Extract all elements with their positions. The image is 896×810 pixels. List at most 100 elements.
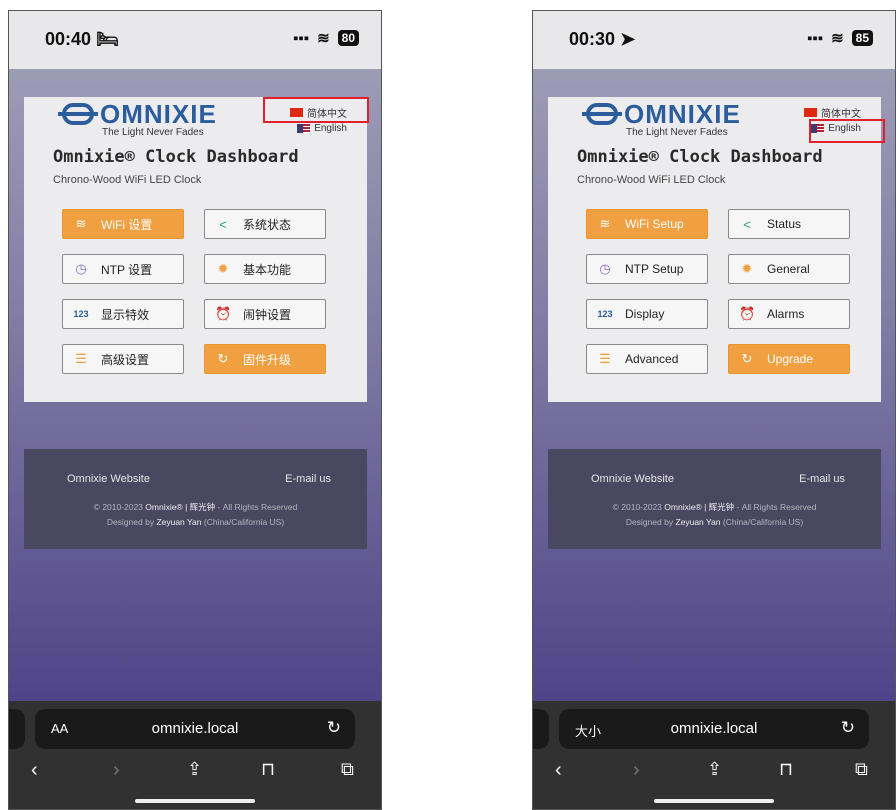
home-indicator (135, 799, 255, 803)
logo-mark-icon (582, 103, 622, 125)
status-icons: ▪▪▪ ≋ 80 (293, 29, 359, 47)
menu-icon: ☰ (599, 351, 611, 366)
alarm-icon: ⏰ (739, 306, 756, 321)
general-button[interactable]: ✹ 基本功能 (204, 254, 326, 284)
page-subtitle: Chrono-Wood WiFi LED Clock (577, 174, 726, 186)
tabs-icon[interactable]: ⧉ (855, 759, 868, 780)
page-subtitle: Chrono-Wood WiFi LED Clock (53, 174, 202, 186)
logo-text: OMNIXIE (624, 99, 741, 129)
highlight-box (809, 119, 885, 143)
wifi-setup-button[interactable]: ≋ WiFi 设置 (62, 209, 184, 239)
language-chinese-link[interactable]: 简体中文 (804, 105, 861, 120)
back-icon[interactable]: ‹ (31, 759, 38, 782)
website-link[interactable]: Omnixie Website (591, 473, 674, 485)
page-title: Omnixie® Clock Dashboard (577, 147, 823, 167)
url-text: omnixie.local (151, 720, 239, 737)
reload-icon[interactable]: ↻ (841, 718, 855, 738)
highlight-box (263, 97, 369, 123)
display-button[interactable]: 123 显示特效 (62, 299, 184, 329)
forward-icon[interactable]: › (113, 759, 120, 782)
share-icon: < (219, 216, 227, 232)
status-bar: 00:40 🛏 ▪▪▪ ≋ 80 (9, 11, 381, 69)
advanced-button[interactable]: ☰ Advanced (586, 344, 708, 374)
address-bar[interactable]: AA omnixie.local ↻ (35, 709, 355, 749)
web-page: OMNIXIE The Light Never Fades 简体中文 Engli… (533, 69, 895, 701)
page-title: Omnixie® Clock Dashboard (53, 147, 299, 167)
alarms-button[interactable]: ⏰ 闹钟设置 (204, 299, 326, 329)
wifi-status-icon: ≋ (317, 30, 330, 47)
email-link[interactable]: E-mail us (799, 473, 845, 485)
phone-screenshot-chinese: 00:40 🛏 ▪▪▪ ≋ 80 OMNIXIE The Light Never… (8, 10, 382, 810)
upgrade-button[interactable]: ↻ Upgrade (728, 344, 850, 374)
dashboard-card: OMNIXIE The Light Never Fades 简体中文 Engli… (24, 97, 369, 402)
status-time: 00:30 ➤ (569, 29, 636, 49)
status-button[interactable]: < 系统状态 (204, 209, 326, 239)
url-text: omnixie.local (670, 720, 758, 737)
previous-tab-peek[interactable] (533, 709, 549, 749)
signal-icon: ▪▪▪ (807, 29, 824, 47)
display-button[interactable]: 123 Display (586, 299, 708, 329)
web-page: OMNIXIE The Light Never Fades 简体中文 Engli… (9, 69, 381, 701)
us-flag-icon (297, 124, 311, 133)
back-icon[interactable]: ‹ (555, 759, 562, 782)
menu-icon: ☰ (75, 351, 87, 366)
numbers-icon: 123 (597, 309, 613, 319)
wifi-icon: ≋ (75, 216, 87, 231)
ntp-setup-button[interactable]: ◷ NTP Setup (586, 254, 708, 284)
home-indicator (654, 799, 774, 803)
logo-tagline: The Light Never Fades (102, 127, 204, 138)
refresh-icon: ↻ (217, 351, 229, 366)
signal-icon: ▪▪▪ (293, 29, 310, 47)
bookmarks-icon[interactable]: ⊓ (779, 759, 793, 780)
designer-credit: Designed by Zeyuan Yan (China/California… (625, 517, 804, 527)
clock-icon: ◷ (75, 261, 87, 276)
reload-icon[interactable]: ↻ (327, 718, 341, 738)
wifi-setup-button[interactable]: ≋ WiFi Setup (586, 209, 708, 239)
status-button[interactable]: < Status (728, 209, 850, 239)
advanced-button[interactable]: ☰ 高级设置 (62, 344, 184, 374)
tabs-icon[interactable]: ⧉ (341, 759, 354, 780)
browser-nav-row: ‹ › ⇪ ⊓ ⧉ (9, 759, 381, 789)
upgrade-button[interactable]: ↻ 固件升级 (204, 344, 326, 374)
forward-icon[interactable]: › (633, 759, 640, 782)
omnixie-logo: OMNIXIE (58, 99, 217, 129)
browser-nav-row: ‹ › ⇪ ⊓ ⧉ (533, 759, 895, 789)
share-icon: < (743, 216, 751, 232)
dashboard-card: OMNIXIE The Light Never Fades 简体中文 Engli… (548, 97, 885, 402)
website-link[interactable]: Omnixie Website (67, 473, 150, 485)
refresh-icon: ↻ (741, 351, 753, 366)
designer-credit: Designed by Zeyuan Yan (China/California… (106, 517, 285, 527)
logo-text: OMNIXIE (100, 99, 217, 129)
wifi-status-icon: ≋ (831, 30, 844, 47)
previous-tab-peek[interactable] (9, 709, 25, 749)
copyright-text: © 2010-2023 Omnixie® | 辉光钟 - All Rights … (93, 502, 298, 512)
general-button[interactable]: ✹ General (728, 254, 850, 284)
status-icons: ▪▪▪ ≋ 85 (807, 29, 873, 47)
numbers-icon: 123 (73, 309, 89, 319)
browser-toolbar: AA omnixie.local ↻ ‹ › ⇪ ⊓ ⧉ (9, 701, 381, 809)
page-footer: Omnixie Website E-mail us © 2010-2023 Om… (24, 449, 367, 549)
page-footer: Omnixie Website E-mail us © 2010-2023 Om… (548, 449, 881, 549)
status-bar: 00:30 ➤ ▪▪▪ ≋ 85 (533, 11, 895, 69)
battery-icon: 80 (337, 30, 359, 46)
ntp-setup-button[interactable]: ◷ NTP 设置 (62, 254, 184, 284)
share-icon[interactable]: ⇪ (707, 759, 722, 780)
alarm-icon: ⏰ (215, 306, 232, 321)
language-english-label: English (314, 123, 347, 134)
address-bar[interactable]: 大小 omnixie.local ↻ (559, 709, 869, 749)
gear-icon: ✹ (217, 261, 229, 276)
status-time: 00:40 🛏 (45, 29, 119, 49)
email-link[interactable]: E-mail us (285, 473, 331, 485)
china-flag-icon (804, 108, 817, 117)
share-icon[interactable]: ⇪ (187, 759, 202, 780)
bookmarks-icon[interactable]: ⊓ (261, 759, 275, 780)
language-english-link[interactable]: English (297, 123, 347, 134)
location-arrow-icon: ➤ (620, 29, 636, 49)
copyright-text: © 2010-2023 Omnixie® | 辉光钟 - All Rights … (612, 502, 817, 512)
alarms-button[interactable]: ⏰ Alarms (728, 299, 850, 329)
language-chinese-label: 简体中文 (821, 109, 861, 120)
logo-mark-icon (58, 103, 98, 125)
gear-icon: ✹ (741, 261, 753, 276)
bed-icon: 🛏 (96, 29, 119, 49)
clock-icon: ◷ (599, 261, 611, 276)
